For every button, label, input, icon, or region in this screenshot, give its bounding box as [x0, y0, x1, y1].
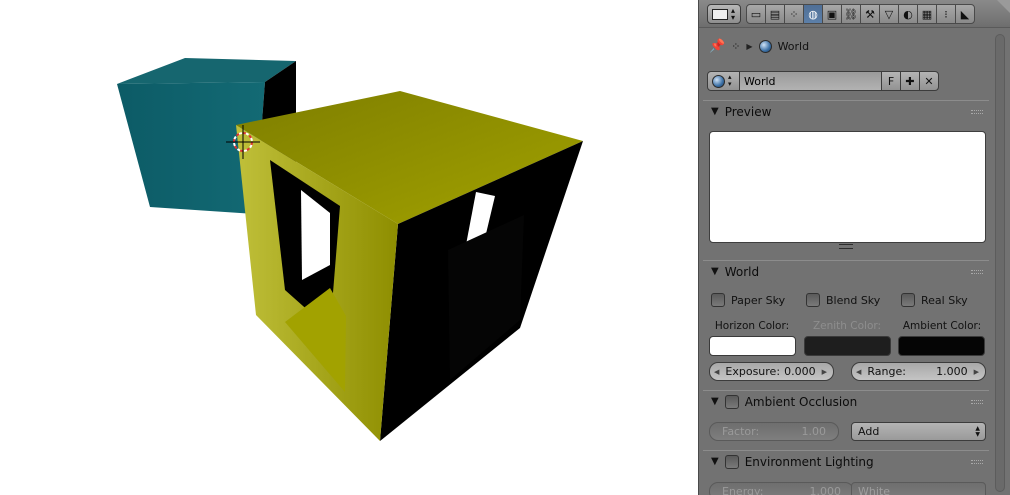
zenith-color-swatch[interactable] — [804, 336, 891, 356]
blend-sky-label: Blend Sky — [826, 293, 881, 307]
ao-blend-select[interactable]: Add ▲ ▼ — [851, 422, 986, 441]
env-source-select[interactable]: White — [851, 482, 986, 495]
horizon-color-swatch[interactable] — [709, 336, 796, 356]
preview-panel-header[interactable]: ▼ Preview — [703, 100, 989, 122]
ambient-occlusion-panel-header[interactable]: ▼ Ambient Occlusion — [703, 390, 989, 412]
3d-viewport[interactable] — [0, 0, 698, 495]
env-energy-value: 1.000 — [809, 485, 842, 495]
panel-scrollbar[interactable] — [995, 34, 1005, 492]
increment-arrow-icon[interactable]: ▶ — [822, 368, 827, 376]
blend-sky-checkbox[interactable]: Blend Sky — [806, 293, 880, 307]
properties-editor-icon — [712, 9, 728, 20]
ambient-color-label: Ambient Color: — [902, 320, 982, 332]
data-icon[interactable]: ▽ — [879, 4, 899, 24]
checkbox-box — [806, 293, 820, 307]
env-energy-field[interactable]: Energy: 1.000 — [709, 482, 854, 495]
collapse-triangle-icon: ▼ — [711, 106, 719, 117]
breadcrumb-arrow-icon: ▶ — [746, 41, 753, 51]
ao-factor-field[interactable]: Factor: 1.00 — [709, 422, 839, 441]
world-browse-button[interactable]: ▴ ▾ — [707, 71, 740, 91]
properties-header: ▴ ▾ ▭ ▤ ⁘ ◍ ▣ ⛓ ⚒ ▽ ◐ ▦ ⁝ ◣ — [699, 0, 1010, 28]
preview-resize-grip-icon[interactable] — [839, 244, 853, 249]
ambient-color-swatch[interactable] — [898, 336, 985, 356]
particles-icon[interactable]: ⁝ — [936, 4, 956, 24]
zenith-color-label: Zenith Color: — [812, 320, 882, 332]
decrement-arrow-icon[interactable]: ◀ — [714, 368, 719, 376]
world-panel-header[interactable]: ▼ World — [703, 260, 989, 282]
breadcrumb-world-label: World — [777, 39, 810, 53]
ambient-occlusion-title: Ambient Occlusion — [744, 394, 858, 409]
paper-sky-checkbox[interactable]: Paper Sky — [711, 293, 785, 307]
viewport-scene — [117, 58, 583, 441]
collapse-triangle-icon: ▼ — [711, 266, 719, 277]
decrement-arrow-icon[interactable]: ◀ — [856, 368, 861, 376]
world-panel-title: World — [724, 264, 760, 279]
panel-drag-grip-icon[interactable] — [971, 460, 983, 464]
horizon-color-label: Horizon Color: — [714, 320, 790, 332]
world-icon — [758, 39, 772, 53]
range-label: Range: — [867, 365, 906, 378]
world-icon — [712, 74, 725, 88]
preview-panel-title: Preview — [724, 104, 772, 119]
world-preview-image — [709, 131, 986, 243]
object-icon[interactable]: ▣ — [822, 4, 842, 24]
scene-data-icon: ⁘ — [731, 39, 741, 53]
editor-type-button[interactable]: ▴ ▾ — [707, 4, 741, 24]
world-name-field[interactable]: World — [740, 71, 882, 91]
panel-drag-grip-icon[interactable] — [971, 270, 983, 274]
range-field[interactable]: ◀ Range: 1.000 ▶ — [851, 362, 986, 381]
checkbox-box — [901, 293, 915, 307]
modifiers-icon[interactable]: ⚒ — [860, 4, 880, 24]
real-sky-checkbox[interactable]: Real Sky — [901, 293, 968, 307]
world-icon[interactable]: ◍ — [803, 4, 823, 24]
checkbox-box — [711, 293, 725, 307]
real-sky-label: Real Sky — [921, 293, 968, 307]
panel-drag-grip-icon[interactable] — [971, 400, 983, 404]
material-icon[interactable]: ◐ — [898, 4, 918, 24]
exposure-field[interactable]: ◀ Exposure: 0.000 ▶ — [709, 362, 834, 381]
exposure-label: Exposure: — [725, 365, 781, 378]
environment-lighting-checkbox[interactable] — [724, 454, 739, 469]
new-world-button[interactable]: ✚ — [901, 71, 920, 91]
browse-arrows-icon: ▴ ▾ — [728, 73, 732, 88]
ambient-occlusion-checkbox[interactable] — [724, 394, 739, 409]
ao-factor-label: Factor: — [722, 425, 760, 438]
exposure-value: 0.000 — [784, 365, 816, 378]
texture-icon[interactable]: ▦ — [917, 4, 937, 24]
unlink-world-button[interactable]: ✕ — [920, 71, 939, 91]
properties-editor: ▴ ▾ ▭ ▤ ⁘ ◍ ▣ ⛓ ⚒ ▽ ◐ ▦ ⁝ ◣ 📌 ⁘ ▶ World ▴ ▾ World F ✚… — [698, 0, 1010, 495]
scene-icon[interactable]: ⁘ — [784, 4, 804, 24]
range-value: 1.000 — [936, 365, 968, 378]
env-source-value: White — [858, 485, 890, 495]
context-tabs: ▭ ▤ ⁘ ◍ ▣ ⛓ ⚒ ▽ ◐ ▦ ⁝ ◣ — [746, 4, 975, 24]
panel-drag-grip-icon[interactable] — [971, 110, 983, 114]
paper-sky-label: Paper Sky — [731, 293, 786, 307]
area-split-corner[interactable] — [997, 0, 1010, 14]
sky-options-row: Paper Sky Blend Sky Real Sky — [711, 293, 987, 311]
fake-user-button[interactable]: F — [882, 71, 901, 91]
render-icon[interactable]: ▭ — [746, 4, 766, 24]
collapse-triangle-icon: ▼ — [711, 456, 719, 467]
physics-icon[interactable]: ◣ — [955, 4, 975, 24]
color-labels-row: Horizon Color: Zenith Color: Ambient Col… — [709, 320, 986, 334]
environment-lighting-panel-header[interactable]: ▼ Environment Lighting — [703, 450, 989, 472]
world-datablock: ▴ ▾ World F ✚ ✕ — [707, 71, 939, 91]
breadcrumb: 📌 ⁘ ▶ World — [709, 36, 809, 56]
render-layers-icon[interactable]: ▤ — [765, 4, 785, 24]
constraints-icon[interactable]: ⛓ — [841, 4, 861, 24]
ao-factor-value: 1.00 — [801, 425, 827, 438]
editor-type-arrows: ▴ ▾ — [731, 6, 736, 22]
increment-arrow-icon[interactable]: ▶ — [974, 368, 979, 376]
collapse-triangle-icon: ▼ — [711, 396, 719, 407]
pin-icon[interactable]: 📌 — [709, 39, 725, 54]
ao-blend-value: Add — [858, 425, 880, 438]
dropdown-arrows-icon: ▲ ▼ — [975, 425, 980, 438]
environment-lighting-title: Environment Lighting — [744, 454, 874, 469]
env-energy-label: Energy: — [722, 485, 764, 495]
